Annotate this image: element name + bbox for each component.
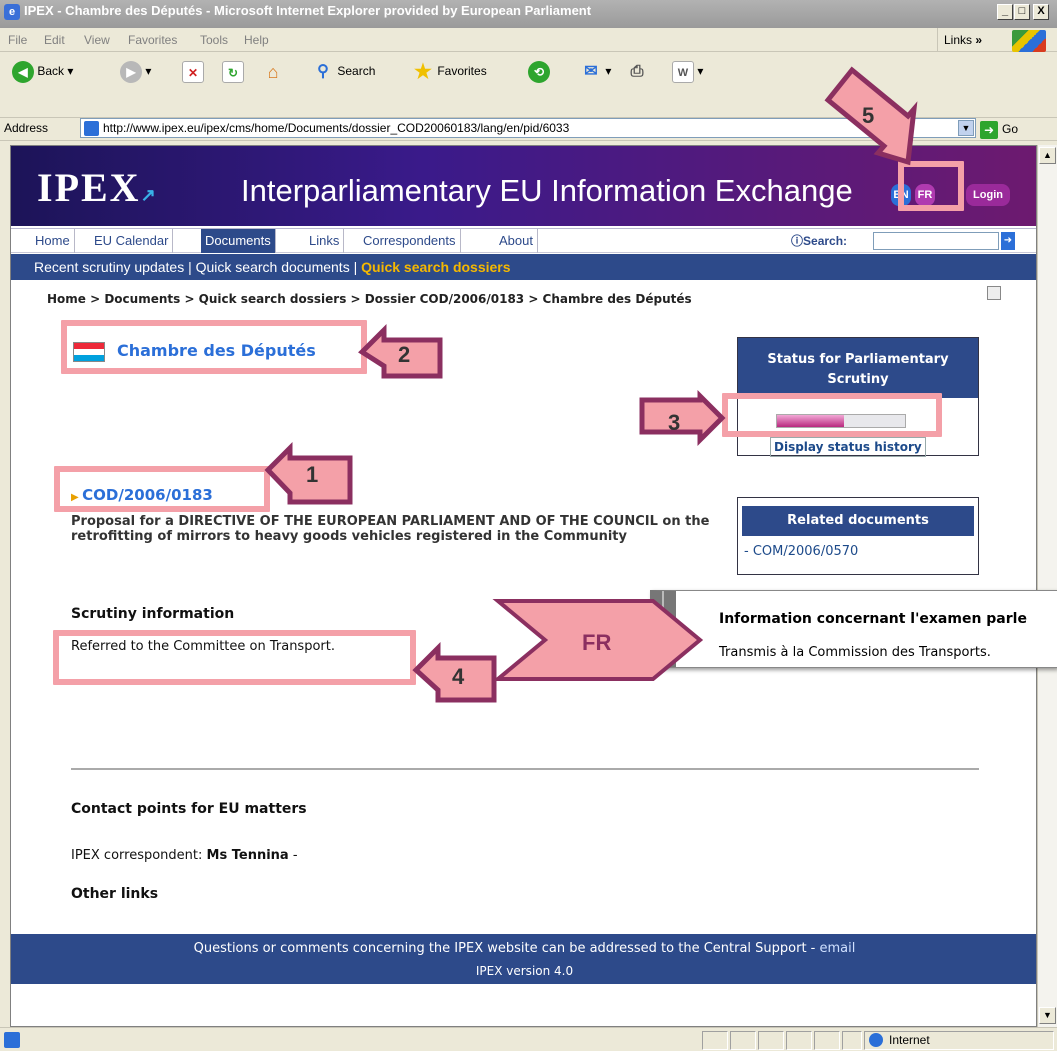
callout-number-5: 5 (862, 103, 875, 128)
callout-number-3: 3 (668, 410, 681, 435)
callout-arrow-3 (639, 389, 726, 447)
callout-fr-label: FR (582, 630, 612, 655)
callout-number-4: 4 (452, 664, 465, 689)
callout-number-2: 2 (398, 342, 411, 367)
callout-number-1: 1 (306, 462, 319, 487)
annotation-arrows (264, 66, 918, 703)
